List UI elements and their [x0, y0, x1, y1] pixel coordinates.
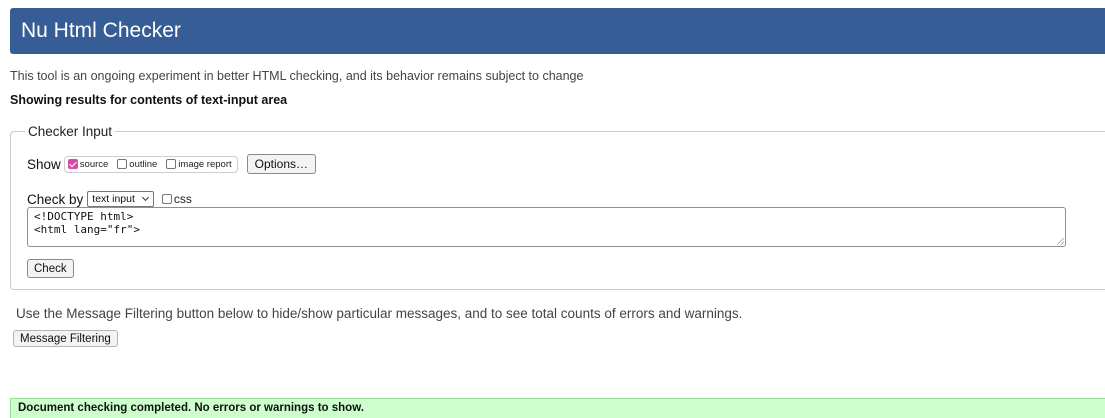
- show-options-group: source outline image report: [63, 155, 238, 173]
- outline-checkbox-label[interactable]: outline: [129, 159, 157, 170]
- checker-input-fieldset: Checker Input Show source outline image …: [10, 124, 1105, 290]
- source-textarea[interactable]: <!DOCTYPE html> <html lang="fr">: [27, 207, 1066, 247]
- message-filtering-button[interactable]: Message Filtering: [13, 330, 118, 347]
- results-heading: Showing results for contents of text-inp…: [10, 93, 288, 107]
- outline-checkbox[interactable]: [117, 159, 128, 169]
- image-report-checkbox-label[interactable]: image report: [178, 159, 231, 170]
- image-report-checkbox[interactable]: [166, 159, 177, 169]
- intro-text: This tool is an ongoing experiment in be…: [10, 69, 584, 83]
- page-title: Nu Html Checker: [21, 19, 181, 42]
- options-button[interactable]: Options…: [246, 154, 316, 174]
- show-label: Show: [27, 156, 61, 172]
- message-filtering-note: Use the Message Filtering button below t…: [16, 306, 743, 321]
- checker-input-legend: Checker Input: [25, 124, 116, 140]
- check-by-select-value: text input: [92, 193, 135, 205]
- page-header: Nu Html Checker: [10, 8, 1105, 54]
- check-button[interactable]: Check: [27, 259, 74, 278]
- check-by-label: Check by: [27, 191, 84, 207]
- source-checkbox[interactable]: [67, 159, 78, 169]
- check-by-select[interactable]: text input: [87, 191, 154, 207]
- success-status-message: Document checking completed. No errors o…: [10, 398, 1105, 418]
- css-checkbox-label[interactable]: css: [174, 192, 192, 206]
- check-by-row: Check by text input css: [27, 189, 192, 209]
- show-row: Show source outline image report Options…: [27, 153, 316, 175]
- source-checkbox-label[interactable]: source: [80, 159, 109, 170]
- css-checkbox[interactable]: [161, 194, 172, 204]
- chevron-down-icon: [141, 193, 149, 202]
